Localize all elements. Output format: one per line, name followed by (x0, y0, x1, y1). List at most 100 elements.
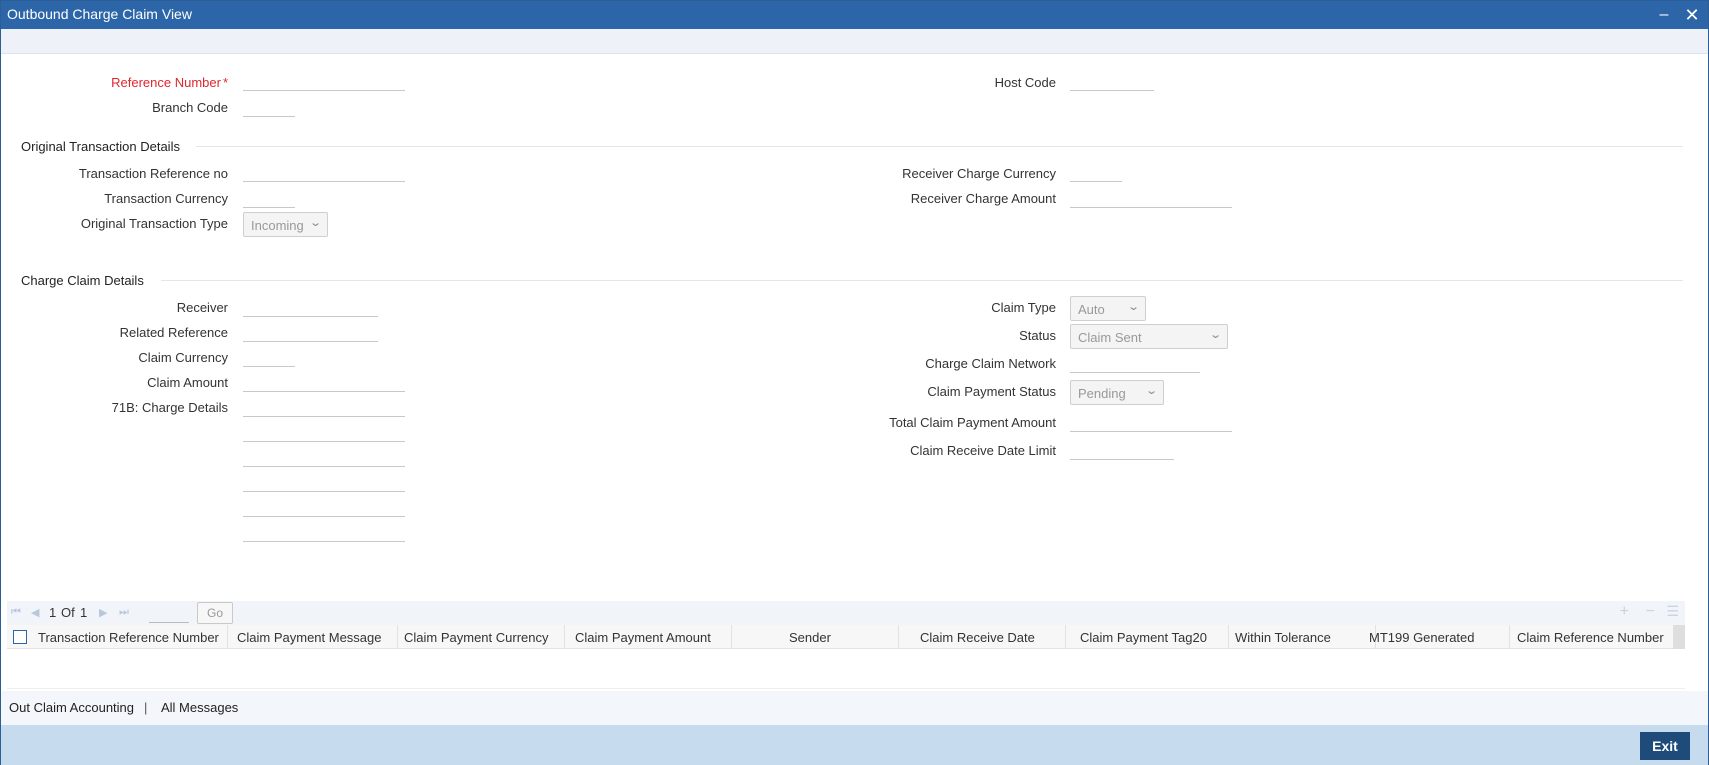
chevron-down-icon: ⌄ (308, 217, 322, 229)
claim-amount-label: Claim Amount (147, 375, 228, 390)
total-claim-payment-amount-field[interactable] (1070, 412, 1232, 432)
column-divider (227, 625, 228, 649)
charge-details-line-4[interactable] (243, 472, 405, 492)
footer-links-bar: Out Claim Accounting | All Messages (1, 691, 1708, 725)
transaction-reference-label: Transaction Reference no (78, 166, 228, 181)
branch-code-label: Branch Code (152, 100, 228, 115)
status-select[interactable]: Claim Sent ⌄ (1070, 324, 1228, 349)
receiver-charge-currency-label: Receiver Charge Currency (902, 166, 1056, 181)
original-transaction-type-label: Original Transaction Type (80, 216, 228, 231)
receiver-charge-currency-field[interactable] (1070, 162, 1122, 182)
column-header[interactable]: Claim Receive Date (920, 630, 1035, 645)
all-messages-link[interactable]: All Messages (161, 700, 238, 715)
related-reference-field[interactable] (243, 322, 378, 342)
last-page-icon[interactable]: ⏭ (119, 606, 129, 619)
claim-type-value: Auto (1078, 302, 1105, 317)
claim-payments-grid: ⏮ ◀ 1 Of 1 ▶ ⏭ Go + − ☰ Transaction Refe… (7, 601, 1685, 689)
link-separator: | (144, 700, 148, 715)
claim-amount-field[interactable] (243, 372, 405, 392)
chevron-down-icon: ⌄ (1208, 329, 1222, 341)
column-header[interactable]: Claim Payment Currency (404, 630, 549, 645)
receiver-charge-amount-field[interactable] (1070, 188, 1232, 208)
minimize-icon[interactable]: – (1654, 5, 1674, 25)
toolbar-strip (1, 29, 1708, 54)
reference-number-field[interactable] (243, 71, 405, 91)
host-code-label: Host Code (994, 75, 1056, 90)
column-divider (564, 625, 565, 649)
original-transaction-section-title: Original Transaction Details (21, 139, 180, 154)
receiver-charge-amount-label: Receiver Charge Amount (910, 191, 1056, 206)
column-header[interactable]: Claim Payment Tag20 (1080, 630, 1207, 645)
column-divider (1065, 625, 1066, 649)
list-view-icon[interactable]: ☰ (1666, 603, 1679, 620)
exit-button[interactable]: Exit (1640, 732, 1690, 760)
column-divider (1228, 625, 1229, 649)
charge-details-line-6[interactable] (243, 522, 405, 542)
original-transaction-type-value: Incoming (251, 218, 304, 233)
claim-type-select[interactable]: Auto ⌄ (1070, 296, 1146, 321)
original-transaction-type-select[interactable]: Incoming ⌄ (243, 212, 328, 237)
current-page: 1 (49, 605, 57, 620)
column-divider (731, 625, 732, 649)
column-header[interactable]: Claim Payment Amount (575, 630, 711, 645)
claim-payment-status-value: Pending (1078, 386, 1126, 401)
claim-receive-date-limit-field[interactable] (1070, 440, 1174, 460)
charge-details-label: 71B: Charge Details (111, 400, 228, 415)
window-title: Outbound Charge Claim View (7, 6, 192, 22)
column-header[interactable]: Within Tolerance (1235, 630, 1331, 645)
transaction-currency-field[interactable] (243, 188, 295, 208)
column-header[interactable]: Claim Payment Message (237, 630, 382, 645)
column-header[interactable]: Transaction Reference Number (38, 630, 219, 645)
claim-currency-label: Claim Currency (138, 350, 228, 365)
section-divider (196, 146, 1683, 147)
first-page-icon[interactable]: ⏮ (11, 606, 21, 619)
page-number-input[interactable] (149, 604, 189, 623)
column-divider (1509, 625, 1510, 649)
chevron-down-icon: ⌄ (1126, 301, 1140, 313)
charge-details-line-5[interactable] (243, 497, 405, 517)
delete-row-icon[interactable]: − (1646, 603, 1655, 621)
column-divider (898, 625, 899, 649)
claim-currency-field[interactable] (243, 347, 295, 367)
select-all-checkbox[interactable] (13, 630, 27, 644)
status-label: Status (1019, 328, 1056, 343)
column-header[interactable]: Claim Reference Number (1517, 630, 1664, 645)
charge-details-line-1[interactable] (243, 397, 405, 417)
total-pages: 1 (80, 605, 88, 620)
column-header[interactable]: Sender (789, 630, 831, 645)
close-icon[interactable]: ✕ (1682, 5, 1702, 25)
page-of-label: Of (61, 605, 75, 620)
prev-page-icon[interactable]: ◀ (31, 606, 39, 619)
claim-type-label: Claim Type (991, 300, 1056, 315)
next-page-icon[interactable]: ▶ (99, 606, 107, 619)
claim-payment-status-label: Claim Payment Status (927, 384, 1056, 399)
outbound-charge-claim-window: Outbound Charge Claim View – ✕ Reference… (0, 0, 1709, 765)
charge-claim-section-title: Charge Claim Details (21, 273, 144, 288)
charge-details-line-2[interactable] (243, 422, 405, 442)
charge-claim-network-field[interactable] (1070, 353, 1200, 373)
grid-header: Transaction Reference Number Claim Payme… (7, 625, 1685, 649)
receiver-label: Receiver (176, 300, 228, 315)
column-header[interactable]: MT199 Generated (1369, 630, 1475, 645)
related-reference-label: Related Reference (119, 325, 228, 340)
receiver-field[interactable] (243, 297, 378, 317)
grid-pager: ⏮ ◀ 1 Of 1 ▶ ⏭ Go + − ☰ (7, 601, 1685, 625)
chevron-down-icon: ⌄ (1144, 385, 1158, 397)
charge-claim-network-label: Charge Claim Network (925, 356, 1056, 371)
charge-details-line-3[interactable] (243, 447, 405, 467)
grid-scrollbar[interactable] (1673, 625, 1685, 649)
transaction-reference-field[interactable] (243, 162, 405, 182)
add-row-icon[interactable]: + (1620, 603, 1629, 621)
grid-body (7, 649, 1685, 689)
total-claim-payment-amount-label: Total Claim Payment Amount (889, 415, 1056, 430)
transaction-currency-label: Transaction Currency (104, 191, 228, 206)
column-divider (397, 625, 398, 649)
out-claim-accounting-link[interactable]: Out Claim Accounting (9, 700, 134, 715)
claim-payment-status-select[interactable]: Pending ⌄ (1070, 380, 1164, 405)
claim-receive-date-limit-label: Claim Receive Date Limit (910, 443, 1056, 458)
branch-code-field[interactable] (243, 97, 295, 117)
section-divider (161, 280, 1683, 281)
go-button[interactable]: Go (197, 602, 233, 624)
status-value: Claim Sent (1078, 330, 1142, 345)
host-code-field[interactable] (1070, 71, 1154, 91)
